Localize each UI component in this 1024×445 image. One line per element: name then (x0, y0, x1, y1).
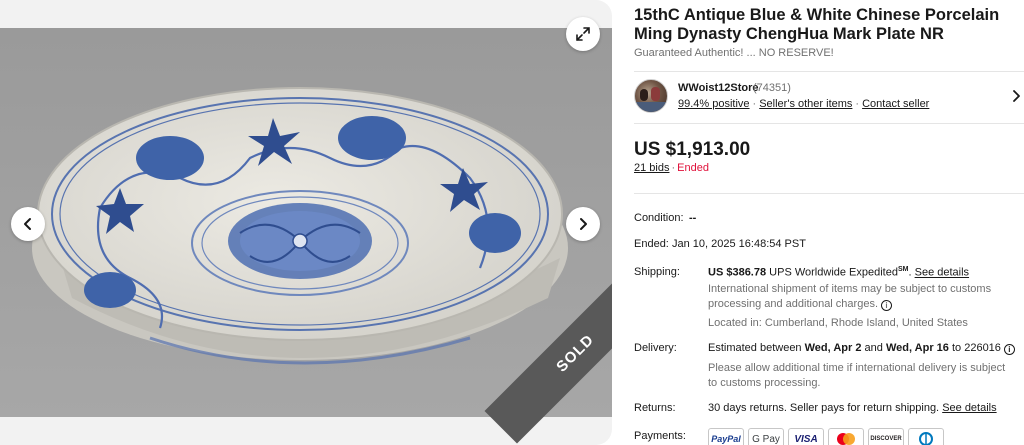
next-image-button[interactable] (566, 207, 600, 241)
listing-details-panel: 15thC Antique Blue & White Chinese Porce… (634, 0, 1024, 445)
previous-image-button[interactable] (11, 207, 45, 241)
returns-label: Returns: (634, 402, 676, 414)
expand-icon (576, 27, 590, 41)
payments-label: Payments: (634, 430, 686, 442)
delivery-start-date: Wed, Apr 2 (804, 342, 862, 354)
seller-positive-link[interactable]: 99.4% positive (678, 98, 750, 110)
shipping-service-mark: SM (897, 266, 909, 273)
chevron-left-icon (24, 218, 31, 230)
info-icon[interactable]: i (881, 300, 893, 311)
info-icon[interactable]: i (1003, 344, 1015, 355)
delivery-zip: to 226016 (951, 342, 1001, 354)
separator: · (671, 162, 676, 174)
seller-other-items-link[interactable]: Seller's other items (759, 98, 852, 110)
payment-methods: PayPal G Pay VISA DISCOVER (708, 428, 944, 445)
separator: · (752, 98, 757, 110)
product-photo[interactable] (0, 28, 612, 417)
paypal-icon: PayPal (708, 428, 744, 445)
condition-label: Condition: (634, 212, 684, 224)
shipping-note: International shipment of items may be s… (708, 282, 1008, 312)
seller-name[interactable]: WWoist12Store (678, 82, 758, 94)
discover-icon: DISCOVER (868, 428, 904, 445)
divider (634, 71, 1024, 72)
ended-label: Ended: (634, 238, 669, 250)
shipping-value: US $386.78 UPS Worldwide ExpeditedSM. Se… (708, 266, 969, 279)
item-title: 15thC Antique Blue & White Chinese Porce… (634, 6, 1000, 43)
seller-feedback-count: (74351) (753, 82, 791, 94)
bids-link[interactable]: 21 bids (634, 162, 669, 174)
shipping-service: UPS Worldwide Expedited (769, 266, 898, 279)
shipping-label: Shipping: (634, 266, 680, 278)
separator: · (855, 98, 860, 110)
porcelain-plate-image (0, 28, 612, 417)
delivery-and: and (864, 342, 883, 354)
shipping-period: . (908, 266, 912, 279)
delivery-prefix: Estimated between (708, 342, 802, 354)
divider (634, 193, 1024, 194)
mastercard-icon (828, 428, 864, 445)
diners-club-icon (908, 428, 944, 445)
chevron-right-icon[interactable] (1010, 88, 1024, 104)
shipping-cost: US $386.78 (708, 266, 767, 279)
contact-seller-link[interactable]: Contact seller (862, 98, 929, 110)
shipping-see-details-link[interactable]: See details (915, 267, 969, 279)
google-pay-icon: G Pay (748, 428, 784, 445)
returns-see-details-link[interactable]: See details (942, 402, 996, 414)
seller-links: 99.4% positive · Seller's other items · Cont… (678, 98, 929, 110)
shipping-note-text: International shipment of items may be s… (708, 283, 992, 310)
item-subtitle: Guaranteed Authentic! ... NO RESERVE! (634, 47, 834, 59)
returns-value: 30 days returns. Seller pays for return … (708, 402, 997, 414)
ended-status: Ended (677, 162, 709, 174)
ended-value: Jan 10, 2025 16:48:54 PST (672, 238, 806, 250)
seller-avatar[interactable] (634, 79, 668, 113)
delivery-end-date: Wed, Apr 16 (885, 342, 949, 354)
image-gallery: SOLD (0, 0, 612, 445)
delivery-note: Please allow additional time if internat… (708, 362, 1006, 389)
visa-icon: VISA (788, 428, 824, 445)
chevron-right-icon (580, 218, 587, 230)
condition-value: -- (689, 212, 697, 224)
bids-status: 21 bids · Ended (634, 162, 709, 174)
delivery-value: Estimated between Wed, Apr 2 and Wed, Ap… (708, 342, 1015, 355)
delivery-label: Delivery: (634, 342, 677, 354)
divider (634, 123, 1024, 124)
returns-text: 30 days returns. Seller pays for return … (708, 402, 940, 414)
seller-card[interactable]: WWoist12Store (74351) 99.4% positive · Sel… (634, 79, 1024, 113)
expand-image-button[interactable] (566, 17, 600, 51)
item-location: Located in: Cumberland, Rhode Island, Un… (708, 317, 968, 329)
item-price: US $1,913.00 (634, 139, 751, 160)
